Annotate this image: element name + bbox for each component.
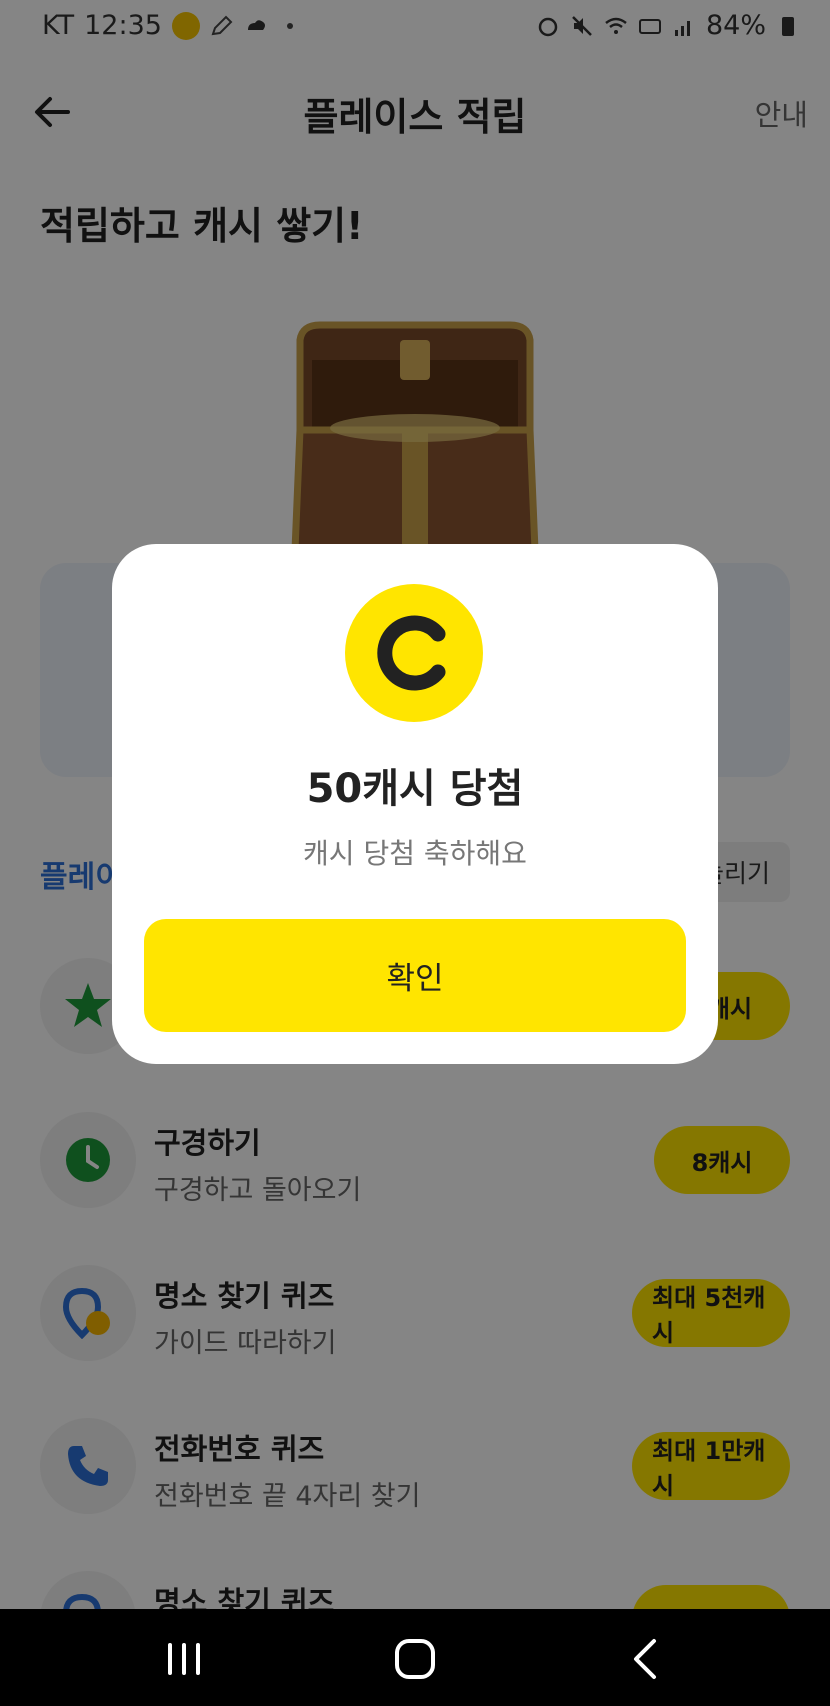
home-icon[interactable]: [389, 1633, 441, 1685]
recent-apps-icon[interactable]: [158, 1633, 210, 1685]
back-icon[interactable]: [620, 1633, 672, 1685]
modal-title: 50캐시 당첨: [306, 766, 524, 812]
system-nav-bar: [0, 1609, 830, 1706]
modal-subtitle: 캐시 당첨 축하해요: [303, 837, 527, 870]
coin-icon: [345, 584, 483, 722]
cash-c-icon: [377, 615, 446, 691]
confirm-button[interactable]: 확인: [144, 919, 686, 1032]
reward-modal: 50캐시 당첨 캐시 당첨 축하해요 확인: [112, 544, 718, 1064]
